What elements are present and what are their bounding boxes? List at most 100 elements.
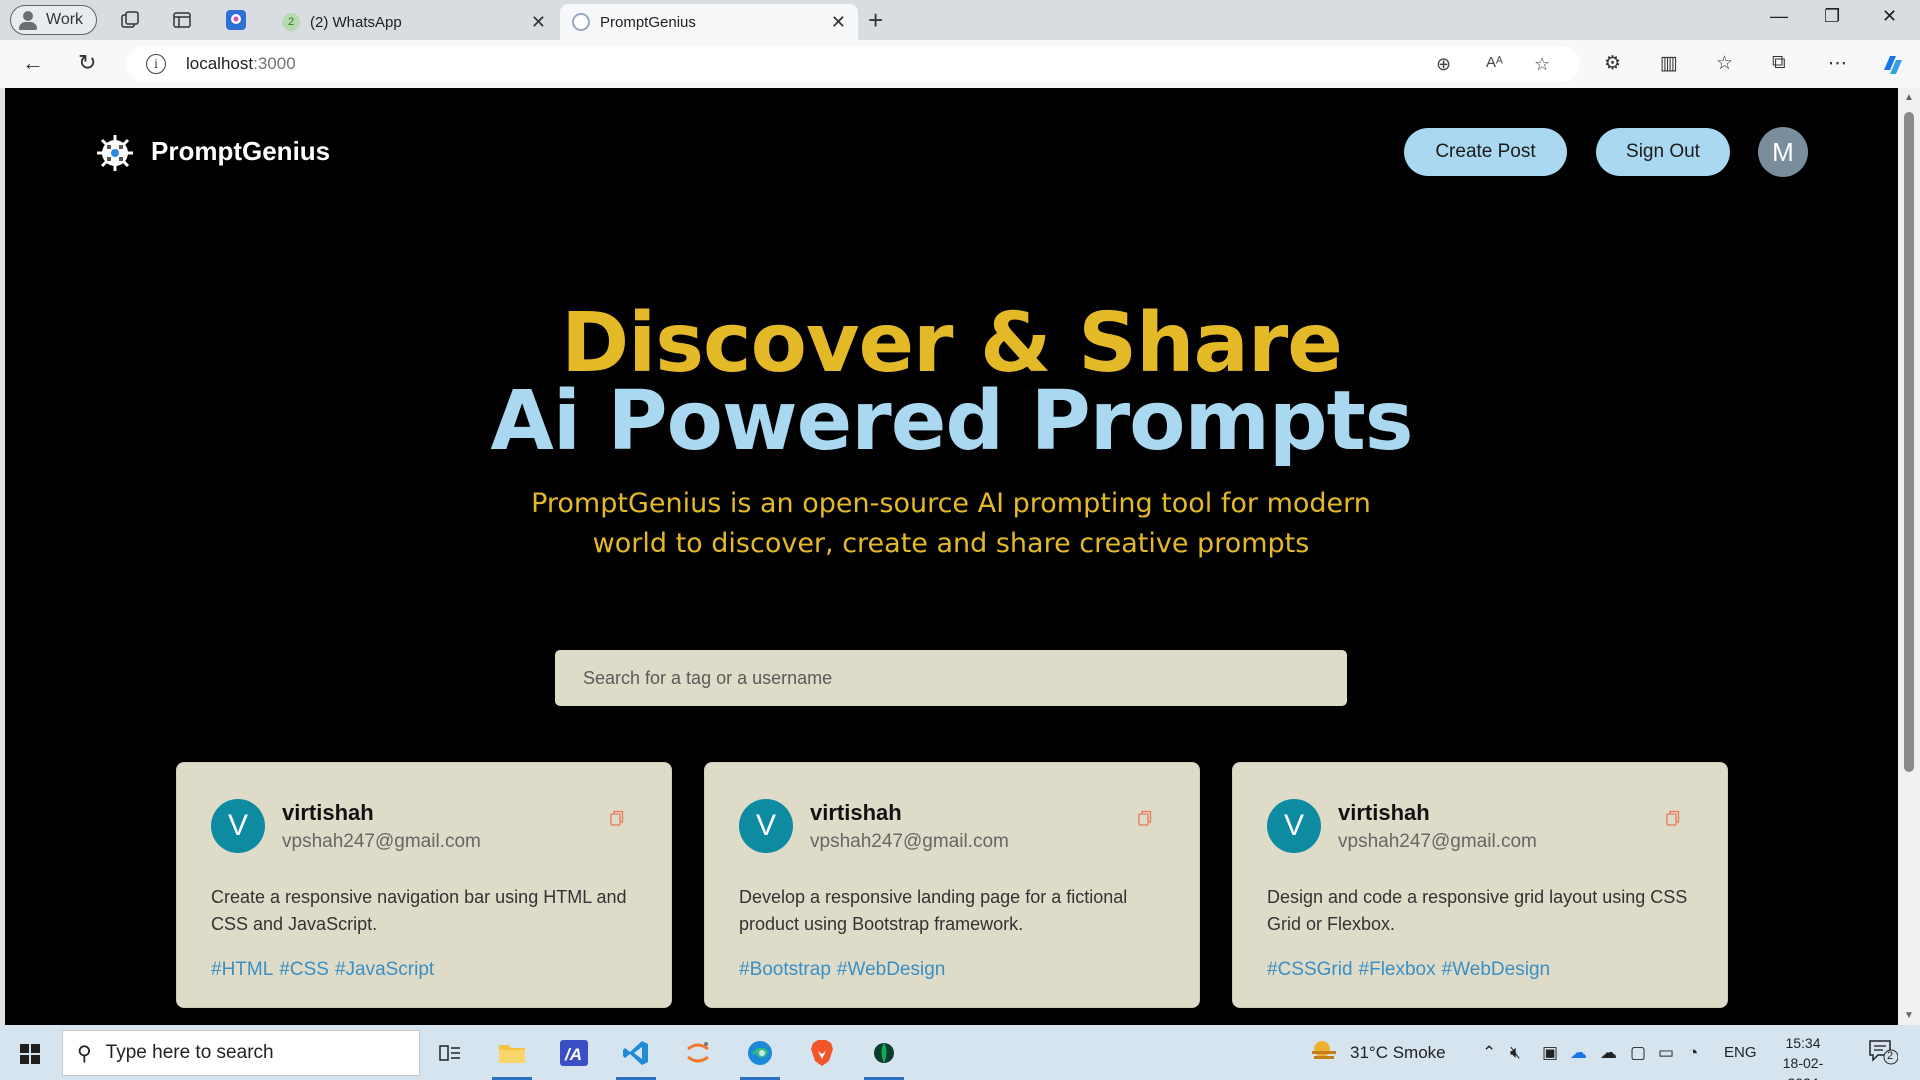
speaker-muted-icon[interactable]: 🔇︎ — [1510, 1043, 1521, 1063]
weather-icon[interactable] — [1310, 1039, 1338, 1068]
minimize-icon[interactable]: — — [1770, 6, 1788, 27]
copy-icon[interactable] — [1138, 810, 1152, 826]
author-email: vpshah247@gmail.com — [282, 831, 481, 852]
prompt-text: Develop a responsive landing page for a … — [739, 887, 1128, 934]
tag-link[interactable]: #WebDesign — [1442, 959, 1550, 980]
task-view-icon[interactable] — [428, 1034, 472, 1072]
prompt-card: V virtishah vpshah247@gmail.com Develop … — [704, 762, 1200, 1008]
tab-actions-icon[interactable] — [170, 8, 194, 32]
author-email: vpshah247@gmail.com — [810, 831, 1009, 852]
author-username[interactable]: virtishah — [1338, 800, 1430, 826]
tag-link[interactable]: #Flexbox — [1359, 959, 1436, 980]
hero-title-line2: Ai Powered Prompts — [490, 374, 1413, 469]
pinned-tab-icon[interactable] — [224, 8, 248, 32]
scroll-down-icon[interactable]: ▼ — [1904, 1010, 1914, 1021]
notification-icon[interactable]: 2 — [1868, 1039, 1899, 1070]
zoom-icon[interactable]: ⊕ — [1436, 54, 1451, 75]
search-icon: ⚲ — [77, 1042, 92, 1065]
split-screen-icon[interactable]: ▥ — [1660, 52, 1678, 75]
taskbar-search-placeholder: Type here to search — [105, 1042, 274, 1063]
tag-link[interactable]: #WebDesign — [837, 959, 945, 980]
language-indicator[interactable]: ENG — [1724, 1044, 1757, 1061]
new-tab-icon[interactable]: + — [868, 5, 883, 36]
sign-out-button[interactable]: Sign Out — [1596, 128, 1730, 176]
favorites-icon[interactable]: ☆ — [1716, 52, 1733, 75]
page-viewport: PromptGenius Create Post Sign Out M Disc… — [5, 88, 1898, 1025]
prompt-text: Create a responsive navigation bar using… — [211, 887, 627, 934]
restore-icon[interactable]: ❐ — [1824, 6, 1840, 27]
tab-whatsapp[interactable]: 2 (2) WhatsApp ✕ — [270, 4, 558, 40]
author-avatar[interactable]: V — [1267, 799, 1321, 853]
scrollbar-thumb[interactable] — [1904, 112, 1914, 772]
close-window-icon[interactable]: ✕ — [1882, 6, 1897, 27]
cloud-icon[interactable]: ☁ — [1600, 1043, 1617, 1063]
copy-icon[interactable] — [610, 810, 624, 826]
back-arrow-icon[interactable]: ← — [22, 50, 44, 76]
system-clock[interactable]: 15:34 18-02-2024 — [1768, 1033, 1838, 1080]
file-explorer-icon[interactable] — [490, 1034, 534, 1080]
copy-icon[interactable] — [1666, 810, 1680, 826]
page-scrollbar[interactable]: ▲ ▼ — [1898, 88, 1920, 1025]
author-username[interactable]: virtishah — [810, 800, 902, 826]
tag-link[interactable]: #CSS — [279, 959, 329, 980]
tag-link[interactable]: #HTML — [211, 959, 273, 980]
tag-link[interactable]: #CSSGrid — [1267, 959, 1353, 980]
create-post-button[interactable]: Create Post — [1404, 128, 1567, 176]
collections-icon[interactable]: ⧉ — [1772, 52, 1786, 74]
prompt-card: V virtishah vpshah247@gmail.com Create a… — [176, 762, 672, 1008]
workspaces-icon[interactable] — [118, 8, 142, 32]
windows-start-icon[interactable] — [20, 1044, 40, 1064]
more-icon[interactable]: ⋯ — [1828, 52, 1847, 75]
vscode-icon[interactable] — [614, 1034, 658, 1080]
clock-time: 15:34 — [1785, 1035, 1821, 1051]
address-bar[interactable]: i localhost:3000 ⊕ Aᴬ ☆ — [126, 46, 1580, 82]
mongodb-compass-icon[interactable] — [862, 1034, 906, 1080]
wifi-icon[interactable]: ◔ — [1688, 1043, 1698, 1063]
tab-promptgenius[interactable]: PromptGenius ✕ — [560, 4, 858, 40]
tab-title: (2) WhatsApp — [310, 13, 402, 31]
taskbar-search[interactable]: ⚲ Type here to search — [62, 1030, 420, 1076]
browser-toolbar: ← ↻ i localhost:3000 ⊕ Aᴬ ☆ ⚙ ▥ ☆ ⧉ ⋯ — [0, 40, 1920, 88]
tag-link[interactable]: #Bootstrap — [739, 959, 831, 980]
favorite-star-icon[interactable]: ☆ — [1534, 54, 1550, 75]
visual-studio-icon[interactable]: /A — [552, 1034, 596, 1072]
copilot-icon[interactable] — [1880, 52, 1906, 84]
tag-link[interactable]: #JavaScript — [335, 959, 434, 980]
prompt-text: Design and code a responsive grid layout… — [1267, 887, 1688, 934]
user-avatar[interactable]: M — [1758, 127, 1808, 177]
brand-name[interactable]: PromptGenius — [151, 136, 330, 167]
chevron-up-icon[interactable]: ⌃ — [1482, 1043, 1496, 1063]
browser-tab-strip: Work 2 (2) WhatsApp ✕ PromptGenius ✕ + —… — [0, 0, 1920, 40]
site-info-icon[interactable]: i — [146, 54, 166, 74]
promptgenius-favicon-icon — [572, 13, 590, 31]
svg-text:/A: /A — [564, 1045, 582, 1064]
search-input[interactable] — [555, 650, 1347, 706]
author-email: vpshah247@gmail.com — [1338, 831, 1537, 852]
onedrive-icon[interactable]: ☁ — [1570, 1043, 1587, 1063]
taskbar: ⚲ Type here to search /A 31°C Smoke ⌃ 🔇︎… — [0, 1025, 1920, 1080]
refresh-icon[interactable]: ↻ — [78, 50, 96, 76]
scroll-up-icon[interactable]: ▲ — [1904, 92, 1914, 103]
tag-list: #CSSGrid #Flexbox #WebDesign — [1267, 959, 1556, 981]
whatsapp-favicon-icon: 2 — [282, 13, 300, 31]
profile-button[interactable]: Work — [10, 5, 97, 35]
author-avatar[interactable]: V — [739, 799, 793, 853]
author-username[interactable]: virtishah — [282, 800, 374, 826]
brave-browser-icon[interactable] — [800, 1034, 844, 1072]
weather-text[interactable]: 31°C Smoke — [1350, 1043, 1446, 1063]
close-tab-icon[interactable]: ✕ — [831, 12, 846, 33]
person-icon — [18, 10, 38, 30]
clock-date: 18-02-2024 — [1782, 1055, 1824, 1080]
battery-icon[interactable]: ▭ — [1658, 1043, 1674, 1063]
tag-list: #Bootstrap #WebDesign — [739, 959, 951, 981]
display-icon[interactable]: ▢ — [1630, 1043, 1646, 1063]
edge-browser-icon[interactable] — [738, 1034, 782, 1080]
extensions-icon[interactable]: ⚙ — [1604, 52, 1621, 75]
promptgenius-logo-icon[interactable] — [95, 133, 135, 173]
jupyter-icon[interactable] — [676, 1034, 720, 1072]
tab-title: PromptGenius — [600, 13, 696, 31]
author-avatar[interactable]: V — [211, 799, 265, 853]
read-aloud-icon[interactable]: Aᴬ — [1486, 54, 1503, 71]
close-tab-icon[interactable]: ✕ — [531, 12, 546, 33]
meet-now-icon[interactable]: ▣ — [1542, 1043, 1558, 1063]
